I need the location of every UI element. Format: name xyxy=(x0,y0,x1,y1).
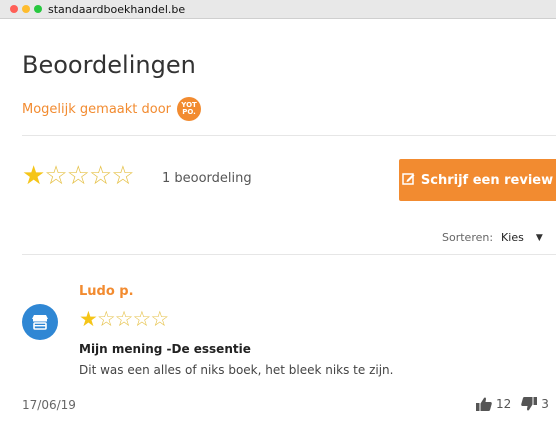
star-empty-icon: ☆ xyxy=(132,307,152,331)
vote-down-count: 3 xyxy=(541,397,549,411)
vote-down-button[interactable]: 3 xyxy=(521,397,549,411)
sort-dropdown[interactable]: Sorteren: Kies ▼ xyxy=(442,231,543,244)
write-review-button[interactable]: Schrijf een review xyxy=(399,159,556,201)
maximize-window-dot[interactable] xyxy=(34,5,42,13)
star-filled-icon: ★ xyxy=(79,307,98,331)
thumbs-up-icon xyxy=(476,397,492,411)
reviewer-name: Ludo p. xyxy=(79,284,134,299)
powered-by[interactable]: Mogelijk gemaakt door YOT PO. xyxy=(22,97,202,121)
vote-up-count: 12 xyxy=(496,397,512,411)
yotpo-logo-icon[interactable]: YOT PO. xyxy=(177,97,202,121)
review-title: Mijn mening -De essentie xyxy=(79,342,251,356)
review-votes: 12 3 xyxy=(476,397,549,411)
sort-selected-value: Kies xyxy=(501,231,524,244)
star-empty-icon: ☆ xyxy=(96,307,116,331)
caret-down-icon: ▼ xyxy=(535,232,543,243)
star-empty-icon: ☆ xyxy=(44,161,68,191)
avatar xyxy=(22,304,58,340)
sort-label: Sorteren: xyxy=(442,231,494,244)
close-window-dot[interactable] xyxy=(10,5,18,13)
powered-by-label: Mogelijk gemaakt door xyxy=(22,101,172,117)
star-empty-icon: ☆ xyxy=(150,307,170,331)
reviews-heading: Beoordelingen xyxy=(22,51,196,79)
divider xyxy=(22,254,556,255)
star-empty-icon: ☆ xyxy=(114,307,134,331)
write-review-label: Schrijf een review xyxy=(420,172,554,188)
review-date: 17/06/19 xyxy=(22,398,76,412)
vote-up-button[interactable]: 12 xyxy=(476,397,511,411)
divider xyxy=(22,135,556,136)
star-filled-icon: ★ xyxy=(22,161,46,191)
review-count[interactable]: 1 beoordeling xyxy=(162,171,252,186)
star-empty-icon: ☆ xyxy=(111,161,135,191)
browser-titlebar: standaardboekhandel.be xyxy=(0,0,556,19)
review-body: Dit was een alles of niks boek, het blee… xyxy=(79,363,394,377)
review-star-rating: ★ ☆ ☆ ☆ ☆ xyxy=(79,307,170,331)
thumbs-down-icon xyxy=(521,397,538,411)
star-empty-icon: ☆ xyxy=(88,161,113,191)
minimize-window-dot[interactable] xyxy=(22,5,30,13)
star-empty-icon: ☆ xyxy=(66,161,90,191)
reviews-widget: Beoordelingen Mogelijk gemaakt door YOT P… xyxy=(0,19,556,421)
store-icon xyxy=(32,315,48,330)
edit-icon xyxy=(402,172,415,189)
summary-star-rating: ★ ☆ ☆ ☆ ☆ xyxy=(22,161,135,191)
window-title: standaardboekhandel.be xyxy=(48,2,186,16)
